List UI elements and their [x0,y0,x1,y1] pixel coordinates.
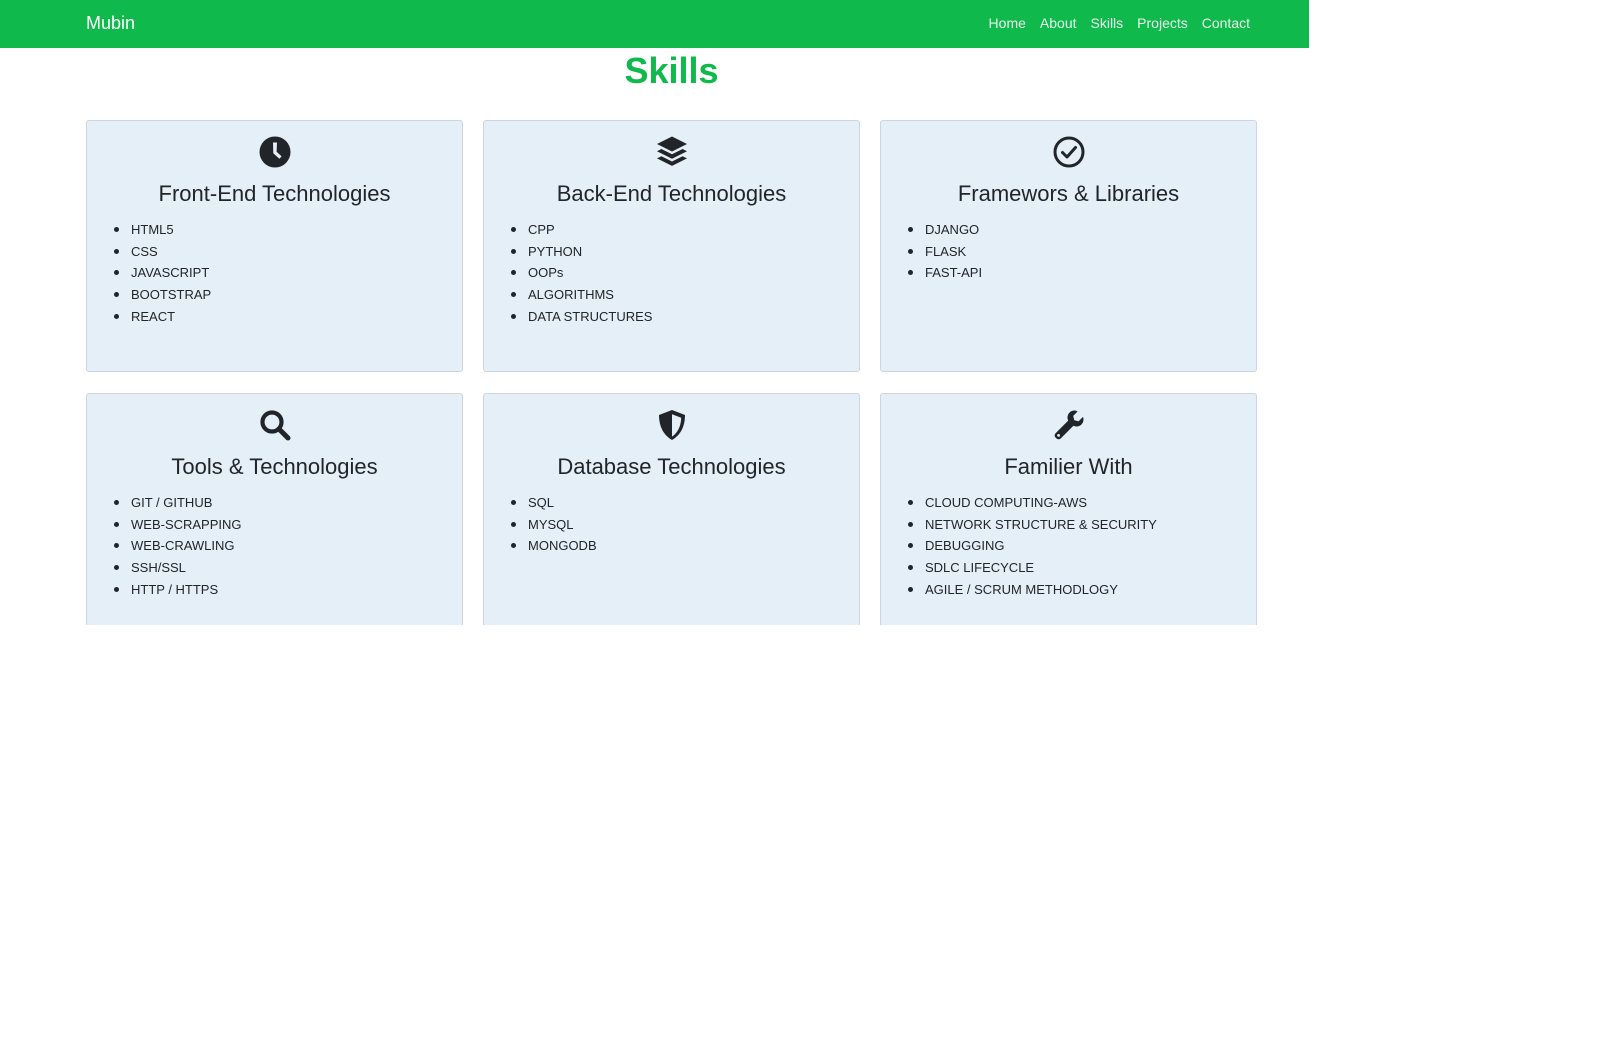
navbar: Mubin Home About Skills Projects Contact [0,0,1309,48]
card-title: Database Technologies [557,454,786,479]
nav-link-home[interactable]: Home [989,15,1026,31]
nav-link-about[interactable]: About [1040,15,1077,31]
skill-list: GIT / GITHUB WEB-SCRAPPING WEB-CRAWLING … [114,492,242,601]
layers-icon [655,135,689,169]
card-title: Framewors & Libraries [957,181,1180,206]
list-item: CLOUD COMPUTING-AWS [908,492,1157,514]
nav-item-contact: Contact [1202,13,1250,33]
nav-link-skills[interactable]: Skills [1091,15,1124,31]
shield-icon [655,408,689,442]
list-item: AGILE / SCRUM METHODLOGY [908,579,1157,601]
card-title: Familier With [1004,454,1133,479]
list-item: HTTP / HTTPS [114,579,242,601]
skill-list: SQL MYSQL MONGODB [511,492,597,557]
list-item: REACT [113,306,211,328]
nav-link-contact[interactable]: Contact [1202,15,1250,31]
list-item: PYTHON [510,241,652,263]
nav-item-projects: Projects [1137,13,1188,33]
list-item: SSH/SSL [114,557,242,579]
list-item: DEBUGGING [908,535,1157,557]
skill-card-familiar: Familier With CLOUD COMPUTING-AWS NETWOR… [880,393,1257,625]
list-item: WEB-SCRAPPING [114,514,242,536]
list-item: BOOTSTRAP [113,284,211,306]
list-item: MONGODB [511,535,597,557]
skills-grid: Front-End Technologies HTML5 CSS JAVASCR… [86,120,1258,625]
card-title: Front-End Technologies [158,181,391,206]
list-item: WEB-CRAWLING [114,535,242,557]
list-item: GIT / GITHUB [114,492,242,514]
list-item: CSS [113,241,211,263]
list-item: ALGORITHMS [510,284,652,306]
skill-list: DJANGO FLASK FAST-API [907,219,982,284]
brand-link[interactable]: Mubin [86,12,135,34]
check-circle-icon [1052,135,1086,169]
skill-card-frameworks: Framewors & Libraries DJANGO FLASK FAST-… [880,120,1257,372]
list-item: OOPs [510,262,652,284]
list-item: FAST-API [907,262,982,284]
card-title: Back-End Technologies [556,181,787,206]
clock-icon [258,135,292,169]
card-title: Tools & Technologies [171,454,378,479]
nav-item-skills: Skills [1091,13,1124,33]
list-item: JAVASCRIPT [113,262,211,284]
nav-item-about: About [1040,13,1077,33]
skill-card-front-end: Front-End Technologies HTML5 CSS JAVASCR… [86,120,463,372]
list-item: DJANGO [907,219,982,241]
list-item: FLASK [907,241,982,263]
nav-item-home: Home [989,13,1026,33]
search-icon [258,408,292,442]
wrench-icon [1052,408,1086,442]
list-item: HTML5 [113,219,211,241]
list-item: MYSQL [511,514,597,536]
skill-card-tools: Tools & Technologies GIT / GITHUB WEB-SC… [86,393,463,625]
skill-list: CPP PYTHON OOPs ALGORITHMS DATA STRUCTUR… [510,219,652,328]
list-item: CPP [510,219,652,241]
skill-list: HTML5 CSS JAVASCRIPT BOOTSTRAP REACT [113,219,211,328]
list-item: NETWORK STRUCTURE & SECURITY [908,514,1157,536]
skill-list: CLOUD COMPUTING-AWS NETWORK STRUCTURE & … [908,492,1157,601]
list-item: SQL [511,492,597,514]
nav-link-projects[interactable]: Projects [1137,15,1188,31]
section-title: Skills [624,50,719,91]
list-item: DATA STRUCTURES [510,306,652,328]
skill-card-back-end: Back-End Technologies CPP PYTHON OOPs AL… [483,120,860,372]
nav-links: Home About Skills Projects Contact [989,13,1250,33]
list-item: SDLC LIFECYCLE [908,557,1157,579]
skill-card-database: Database Technologies SQL MYSQL MONGODB [483,393,860,625]
